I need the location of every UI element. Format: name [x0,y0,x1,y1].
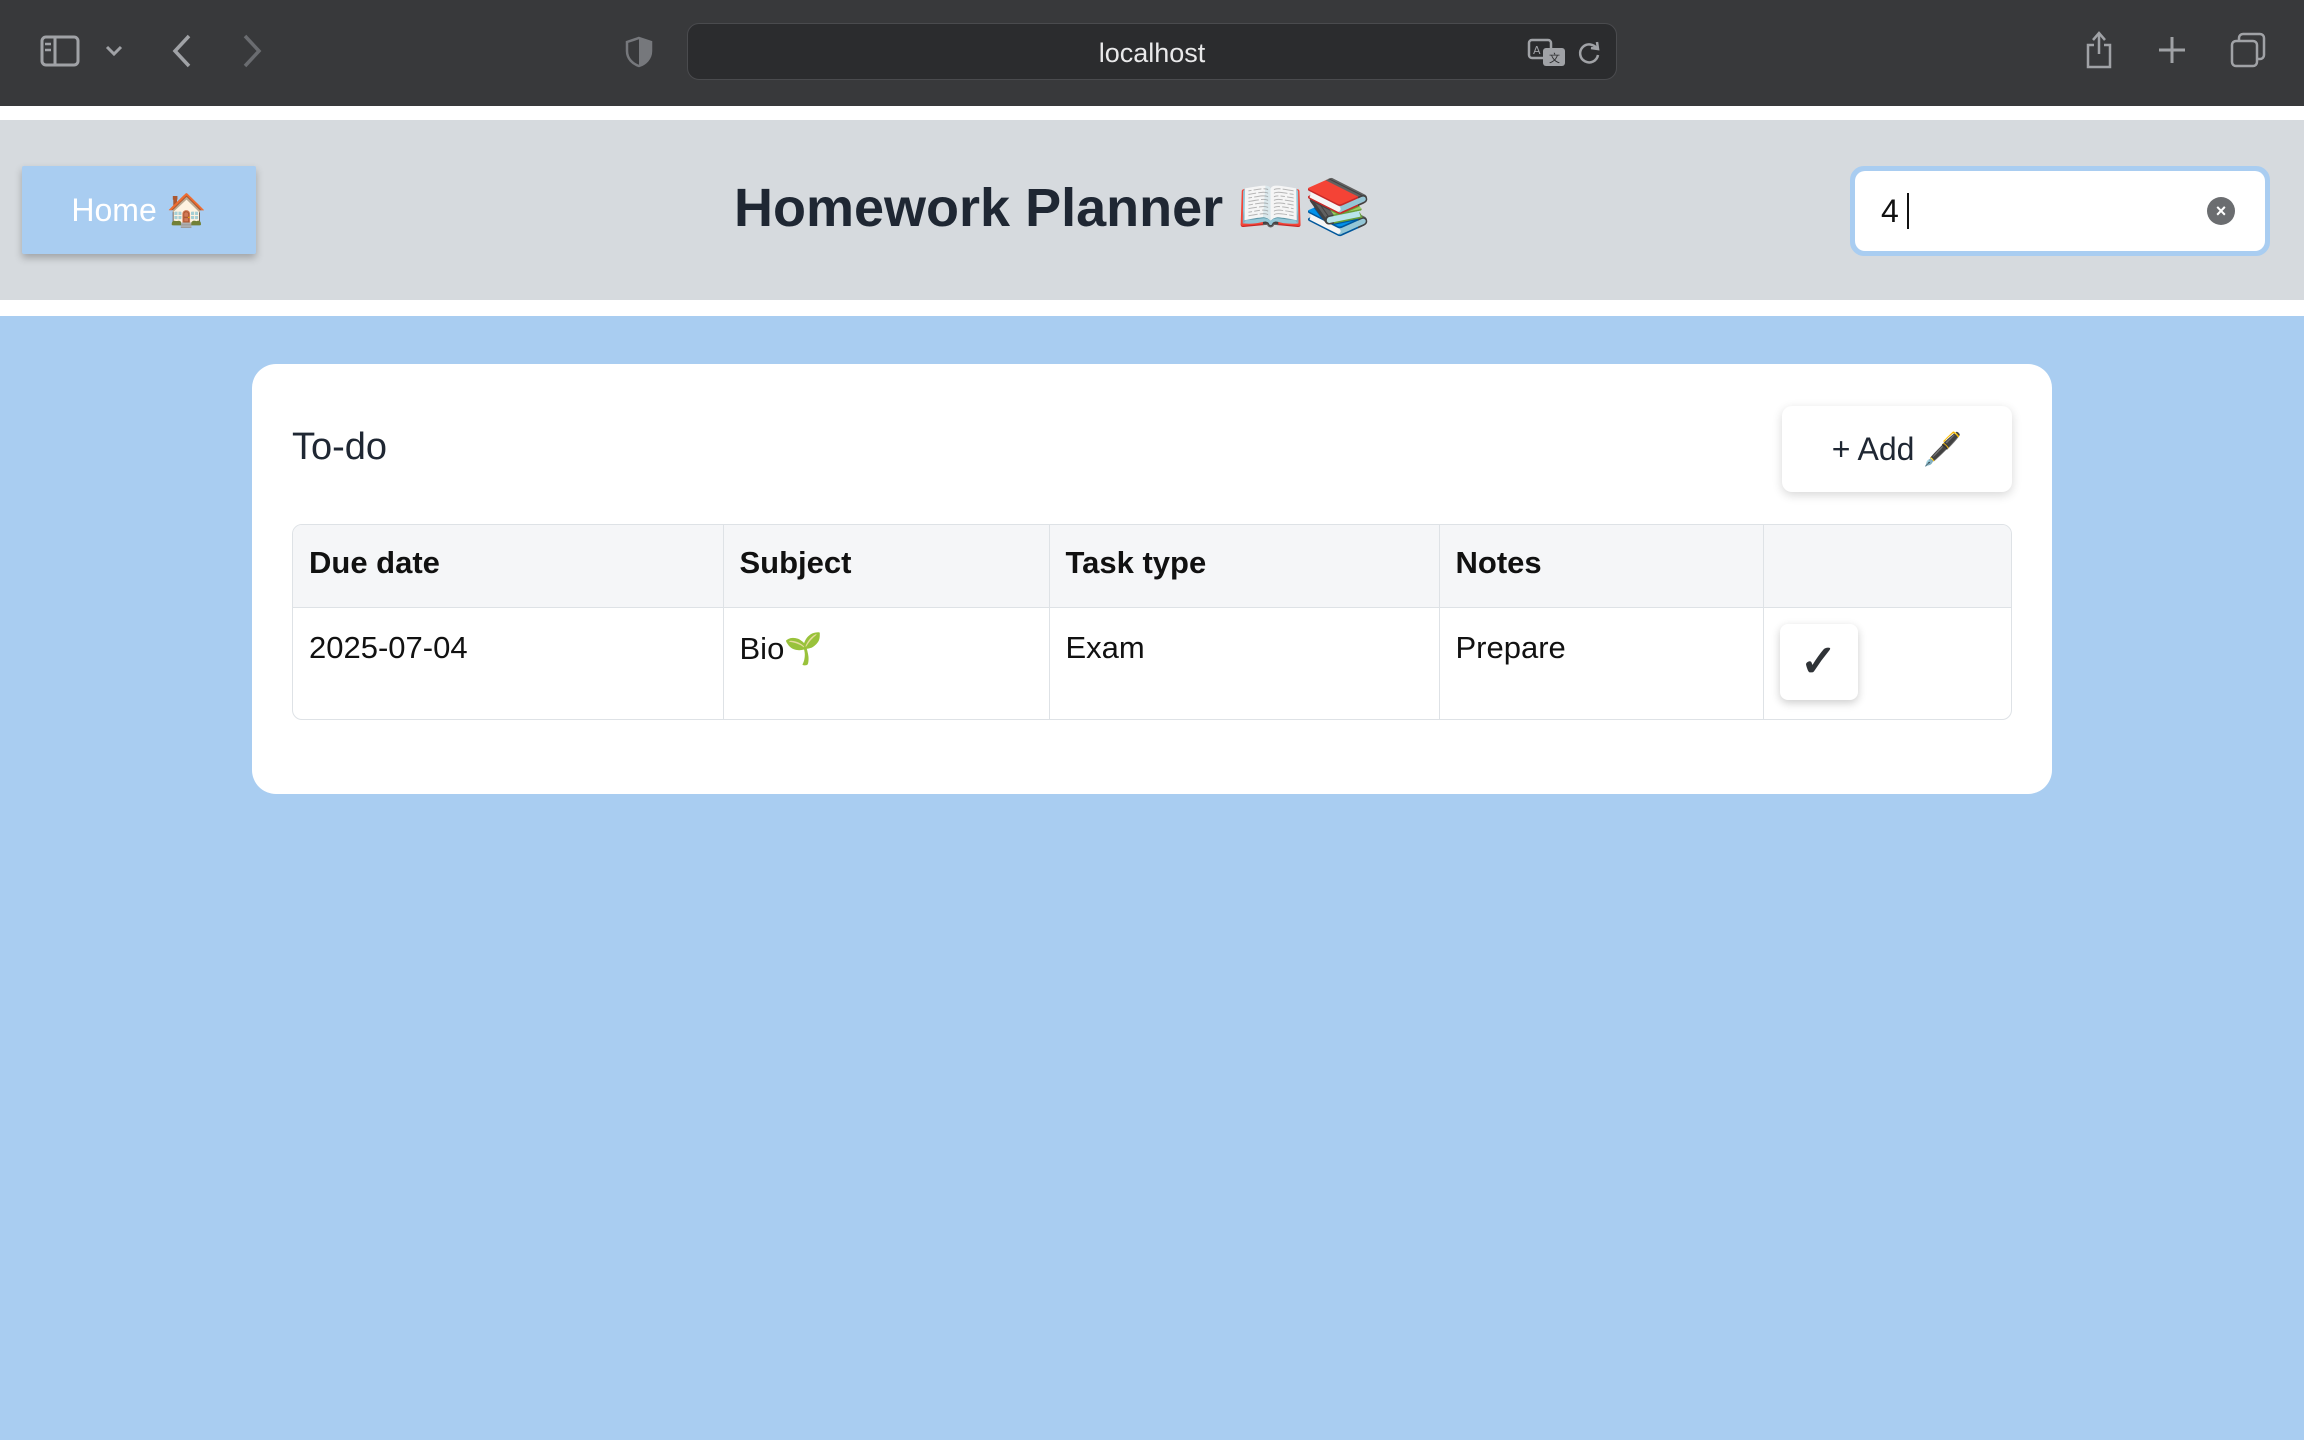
svg-text:文: 文 [1549,51,1560,65]
search-field[interactable]: × [1850,166,2270,256]
add-task-label: + Add [1831,430,1915,467]
search-input[interactable] [1855,171,2265,251]
back-arrow-icon[interactable] [166,32,198,70]
todo-title: To-do [292,426,388,468]
home-button-label: Home [71,191,157,228]
home-button[interactable]: Home 🏠 [22,166,256,254]
tab-overview-icon[interactable] [2228,30,2268,70]
pen-icon: 🖋️ [1922,431,1963,467]
translate-icon[interactable]: A文 [1526,36,1568,70]
address-bar[interactable]: localhost A文 [687,23,1617,80]
app-header: Home 🏠 Homework Planner 📖📚 × [0,120,2304,300]
checkmark-icon: ✓ [1800,637,1837,686]
add-task-button[interactable]: + Add 🖋️ [1782,406,2012,492]
table-header-row: Due date Subject Task type Notes [293,525,2011,608]
svg-text:A: A [1533,44,1541,57]
column-header-subject: Subject [723,525,1050,608]
todo-table: Due date Subject Task type Notes 2025-07… [292,524,2012,720]
page-title: Homework Planner 📖📚 [734,176,1372,239]
url-text: localhost [1098,38,1206,68]
sidebar-toggle-icon[interactable] [38,34,82,68]
cell-due-date: 2025-07-04 [293,607,724,719]
share-icon[interactable] [2082,28,2116,72]
cell-task-type: Exam [1049,607,1440,719]
table-row: 2025-07-04 Bio🌱 Exam Prepare ✓ [293,607,2011,719]
new-tab-icon[interactable] [2154,32,2190,68]
column-header-task-type: Task type [1049,525,1440,608]
forward-arrow-icon[interactable] [236,32,268,70]
mark-done-button[interactable]: ✓ [1779,623,1858,700]
column-header-due-date: Due date [293,525,724,608]
privacy-shield-icon[interactable] [622,34,656,70]
cell-subject: Bio🌱 [723,607,1050,719]
browser-toolbar: localhost A文 [0,0,2304,106]
text-caret [1907,193,1909,229]
house-icon: 🏠 [166,192,207,228]
todo-card: To-do + Add 🖋️ Due date Subject Task typ… [252,364,2052,794]
page-spacer [0,106,2304,120]
clear-search-icon[interactable]: × [2207,197,2235,225]
column-header-notes: Notes [1439,525,1764,608]
reload-icon[interactable] [1574,38,1604,68]
books-icon: 📖📚 [1237,177,1372,237]
column-header-action [1763,525,2011,608]
page-spacer [0,300,2304,316]
chevron-down-icon[interactable] [100,38,128,64]
cell-action: ✓ [1763,607,2011,719]
page-title-text: Homework Planner [734,177,1224,238]
cell-notes: Prepare [1439,607,1764,719]
